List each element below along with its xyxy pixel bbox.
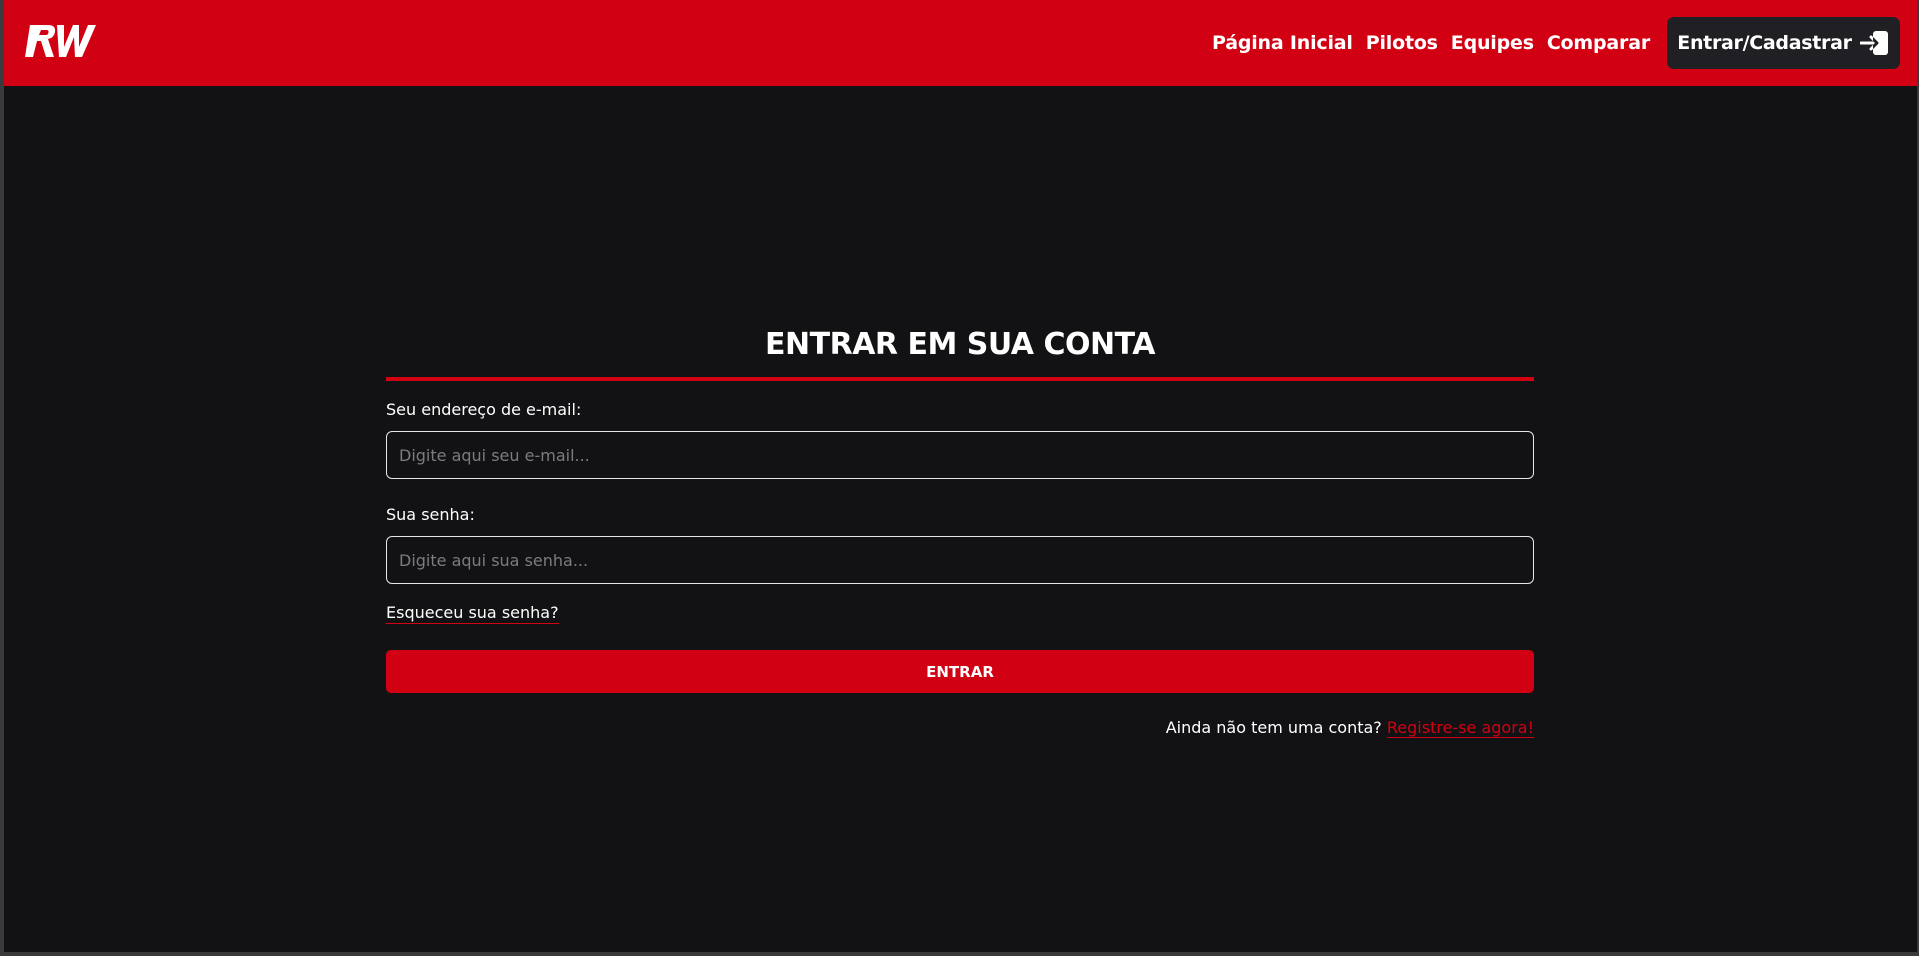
rw-logo-icon	[25, 25, 96, 57]
main-nav: Página Inicial Pilotos Equipes Comparar	[1212, 0, 1650, 86]
login-submit-button[interactable]: ENTRAR	[386, 650, 1534, 693]
password-label: Sua senha:	[386, 505, 475, 524]
top-navbar: Página Inicial Pilotos Equipes Comparar …	[4, 0, 1917, 86]
password-field[interactable]	[386, 536, 1534, 584]
nav-link-teams[interactable]: Equipes	[1451, 32, 1534, 54]
page-title: ENTRAR EM SUA CONTA	[765, 327, 1155, 362]
title-divider	[386, 377, 1534, 381]
register-link[interactable]: Registre-se agora!	[1386, 718, 1534, 738]
email-label: Seu endereço de e-mail:	[386, 400, 582, 419]
register-prompt: Ainda não tem uma conta? Registre-se ago…	[1166, 718, 1534, 738]
login-register-button[interactable]: Entrar/Cadastrar	[1667, 17, 1900, 69]
nav-link-drivers[interactable]: Pilotos	[1366, 32, 1438, 54]
login-arrow-icon	[1859, 30, 1890, 56]
forgot-password-link[interactable]: Esqueceu sua senha?	[386, 603, 559, 624]
login-form: ENTRAR EM SUA CONTA Seu endereço de e-ma…	[386, 324, 1534, 738]
nav-link-compare[interactable]: Comparar	[1547, 32, 1650, 54]
email-field[interactable]	[386, 431, 1534, 479]
brand-logo[interactable]	[24, 21, 100, 61]
nav-link-home[interactable]: Página Inicial	[1212, 32, 1353, 54]
app-window: Página Inicial Pilotos Equipes Comparar …	[4, 0, 1917, 952]
register-prompt-text: Ainda não tem uma conta?	[1165, 718, 1382, 737]
login-register-label: Entrar/Cadastrar	[1677, 32, 1852, 54]
